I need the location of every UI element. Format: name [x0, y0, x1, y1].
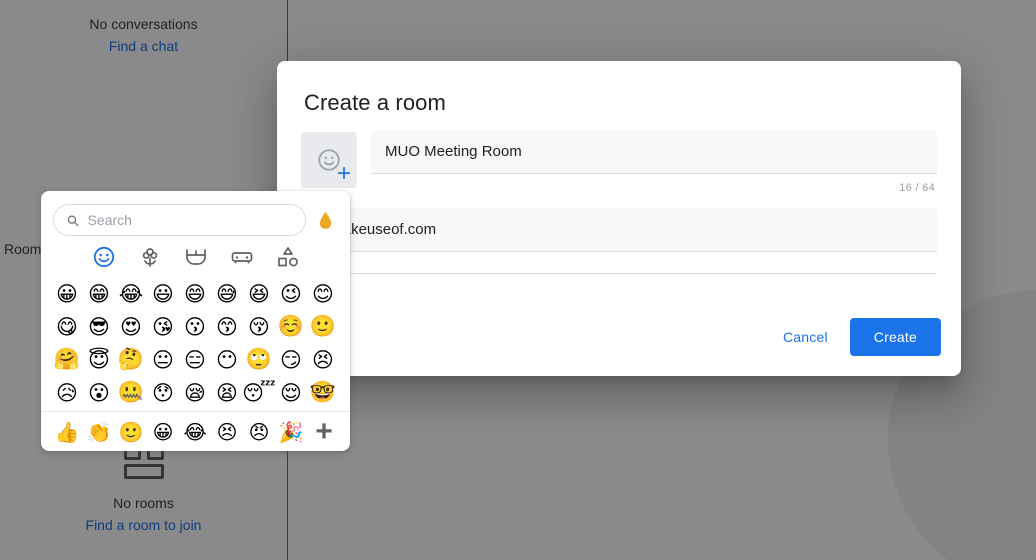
emoji-cell[interactable]: 😄 [179, 277, 211, 310]
emoji-category-food[interactable] [184, 245, 208, 269]
emoji-grid: 😀 😁 😂 😃 😄 😅 😆 😉 😊 😋 😎 😍 😘 😗 😙 😚 ☺️ 🙂 🤗 😇 🤔 😐 😑 😶 🙄 😏 😣 😥 😮 🤐 😯 😪 😫 😴 😌 🤓 [41, 275, 350, 411]
emoji-row: 😋 😎 😍 😘 😗 😙 😚 ☺️ 🙂 [51, 310, 340, 343]
emoji-cell[interactable]: 😙 [211, 310, 243, 343]
emoji-cell[interactable]: 😃 [147, 277, 179, 310]
car-icon [231, 252, 252, 264]
dialog-title: Create a room [304, 90, 446, 115]
search-icon [67, 215, 79, 226]
recent-emoji-cell[interactable]: 👏 [83, 416, 115, 448]
emoji-cell[interactable]: 🤗 [51, 343, 83, 376]
room-avatar-picker-button[interactable]: + [301, 132, 361, 192]
emoji-cell[interactable]: ☺️ [275, 310, 307, 343]
emoji-row: 🤗 😇 🤔 😐 😑 😶 🙄 😏 😣 [51, 343, 340, 376]
emoji-cell[interactable]: 🤔 [115, 343, 147, 376]
emoji-cell[interactable]: 😌 [275, 376, 307, 409]
chat-app-window: No conversations Find a chat Rooms No ro… [0, 0, 1036, 560]
dialog-body: + 16 / 64 [277, 116, 961, 274]
emoji-cell[interactable]: 😯 [147, 376, 179, 409]
emoji-cell[interactable]: 😂 [115, 277, 147, 310]
more-emoji-button[interactable]: + [309, 416, 339, 447]
bowl-icon [185, 249, 206, 265]
emoji-cell[interactable]: 😐 [147, 343, 179, 376]
emoji-cell[interactable]: 😑 [179, 343, 211, 376]
cancel-button[interactable]: Cancel [769, 319, 842, 355]
water-drop-icon [319, 211, 331, 229]
smiley-icon [93, 246, 114, 268]
room-name-input[interactable] [371, 130, 937, 174]
emoji-cell[interactable]: 😮 [83, 376, 115, 409]
emoji-picker-footer: 👍 👏 🙂 😀 😂 😣 😠 🎉 + [41, 411, 350, 451]
emoji-cell[interactable]: 😥 [51, 376, 83, 409]
emoji-cell[interactable]: 😗 [179, 310, 211, 343]
emoji-cell[interactable]: 🤐 [115, 376, 147, 409]
emoji-search-box[interactable] [53, 204, 306, 236]
invite-people-input[interactable] [301, 208, 937, 252]
emoji-row: 😥 😮 🤐 😯 😪 😫 😴 😌 🤓 [51, 376, 340, 409]
emoji-cell[interactable]: 🤓 [307, 376, 339, 409]
recent-emoji-cell[interactable]: 👍 [51, 416, 83, 448]
emoji-cell[interactable]: 😣 [307, 343, 339, 376]
emoji-cell[interactable]: 😘 [147, 310, 179, 343]
emoji-category-smileys[interactable] [92, 245, 116, 269]
emoji-picker-header [41, 191, 350, 236]
room-name-field-wrap: 16 / 64 [371, 130, 937, 194]
emoji-cell[interactable]: 😇 [83, 343, 115, 376]
emoji-cell[interactable]: 😴 [242, 376, 276, 409]
dialog-actions: Cancel Create [769, 318, 941, 356]
recent-emoji-cell[interactable]: 🙂 [115, 416, 147, 448]
emoji-cell[interactable]: 😀 [51, 277, 83, 310]
emoji-row: 😀 😁 😂 😃 😄 😅 😆 😉 😊 [51, 277, 340, 310]
recent-emoji-cell[interactable]: 🎉 [275, 416, 307, 448]
emoji-category-nature[interactable] [138, 245, 162, 269]
emoji-cell[interactable]: 😁 [83, 277, 115, 310]
shapes-icon [277, 247, 298, 267]
emoji-cell[interactable]: 🙂 [307, 310, 339, 343]
flower-icon [142, 248, 157, 267]
emoji-cell[interactable]: 😅 [211, 277, 243, 310]
recent-emoji-cell[interactable]: 😀 [147, 416, 179, 448]
emoji-picker-popup: 😀😁😂😃😄😅😆😉😊😋😎😍😘😗😙😚☺️🙂🤗😇🤔😐😑😶🙄😏😣😥😮🤐😯😪😫😴😌🤓 👍👏… [41, 191, 350, 451]
room-name-counter: 16 / 64 [899, 182, 935, 194]
avatar-add-badge-icon: + [336, 160, 351, 187]
invite-people-divider [301, 273, 937, 274]
emoji-category-symbols[interactable] [276, 245, 300, 269]
emoji-cell[interactable]: 🙄 [243, 343, 275, 376]
emoji-cell[interactable]: 😫 [211, 376, 243, 409]
emoji-cell[interactable]: 😪 [179, 376, 211, 409]
emoji-category-travel[interactable] [230, 245, 254, 269]
emoji-cell[interactable]: 😋 [51, 310, 83, 343]
emoji-search-input[interactable] [87, 212, 293, 228]
emoji-cell[interactable]: 😚 [243, 310, 275, 343]
recent-emoji-cell[interactable]: 😂 [179, 416, 211, 448]
room-name-row: + 16 / 64 [301, 130, 937, 194]
recent-emoji-cell[interactable]: 😣 [211, 416, 243, 448]
emoji-category-tabs [41, 236, 350, 275]
emoji-cell[interactable]: 😍 [115, 310, 147, 343]
emoji-cell[interactable]: 😊 [307, 277, 339, 310]
recent-emoji-cell[interactable]: 😠 [243, 416, 275, 448]
emoji-cell[interactable]: 😶 [211, 343, 243, 376]
emoji-cell[interactable]: 😏 [275, 343, 307, 376]
create-button[interactable]: Create [849, 318, 941, 356]
emoji-cell[interactable]: 😉 [275, 277, 307, 310]
skin-tone-button[interactable] [312, 207, 338, 233]
emoji-cell[interactable]: 😎 [83, 310, 115, 343]
create-room-dialog: Create a room + 16 [277, 61, 961, 376]
emoji-cell[interactable]: 😆 [243, 277, 275, 310]
invite-people-field-wrap [301, 208, 937, 274]
